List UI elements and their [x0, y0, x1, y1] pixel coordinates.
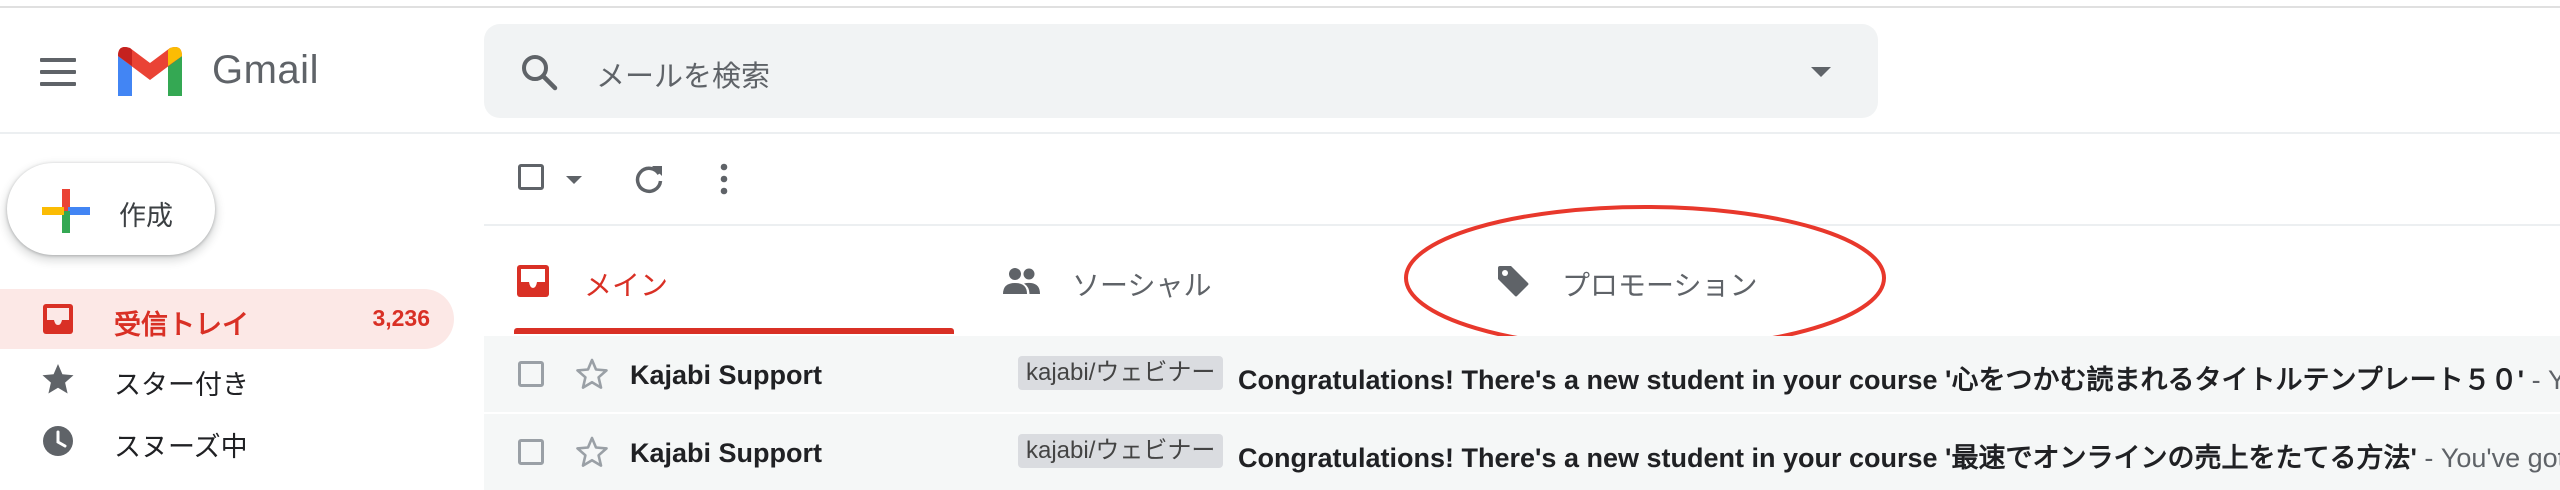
- email-label-chip[interactable]: kajabi/ウェビナー: [1018, 356, 1224, 390]
- more-vert-icon[interactable]: [717, 162, 731, 196]
- header-divider: [0, 132, 2560, 134]
- email-text: Congratulations! There's a new student i…: [1238, 436, 2560, 475]
- row-checkbox[interactable]: [518, 439, 544, 465]
- sidebar-item-snoozed[interactable]: スヌーズ中: [0, 411, 454, 471]
- row-checkbox[interactable]: [518, 361, 544, 387]
- email-sender: Kajabi Support: [630, 360, 823, 390]
- top-border: [0, 6, 2560, 8]
- select-all-checkbox[interactable]: [518, 164, 544, 190]
- refresh-icon[interactable]: [632, 162, 666, 196]
- email-subject: Congratulations! There's a new student i…: [1238, 443, 2417, 473]
- gmail-brand-text: Gmail: [212, 48, 319, 92]
- sidebar-item-starred[interactable]: スター付き: [0, 349, 454, 409]
- email-text: Congratulations! There's a new student i…: [1238, 358, 2560, 397]
- sidebar-item-label: スヌーズ中: [114, 432, 248, 462]
- star-outline-icon[interactable]: [574, 356, 610, 392]
- select-options-icon[interactable]: [566, 176, 582, 184]
- email-label-chip[interactable]: kajabi/ウェビナー: [1018, 434, 1224, 468]
- clock-icon: [43, 426, 73, 456]
- tab-label: ソーシャル: [1072, 270, 1212, 301]
- tab-primary[interactable]: メイン: [514, 232, 954, 332]
- sidebar-item-label: 受信トレイ: [114, 310, 249, 340]
- email-row[interactable]: Kajabi Support kajabi/ウェビナー Congratulati…: [484, 336, 2560, 412]
- compose-plus-icon: [42, 189, 90, 233]
- email-snippet: - You: [2531, 365, 2560, 395]
- inbox-icon: [517, 265, 549, 297]
- gmail-logo-icon[interactable]: [114, 42, 186, 98]
- sidebar-item-inbox[interactable]: 受信トレイ 3,236: [0, 289, 454, 349]
- email-subject: Congratulations! There's a new student i…: [1238, 365, 2525, 395]
- active-tab-indicator: [514, 328, 954, 334]
- unread-count: 3,236: [372, 305, 430, 331]
- email-row[interactable]: Kajabi Support kajabi/ウェビナー Congratulati…: [484, 414, 2560, 490]
- tab-social[interactable]: ソーシャル: [1000, 232, 1400, 332]
- tab-label: メイン: [584, 270, 669, 301]
- inbox-icon: [43, 304, 73, 334]
- main-menu-icon[interactable]: [40, 58, 78, 86]
- email-sender: Kajabi Support: [630, 438, 823, 468]
- search-input[interactable]: メールを検索: [596, 53, 770, 95]
- search-options-icon[interactable]: [1811, 67, 1831, 77]
- people-icon: [1003, 268, 1040, 294]
- compose-label: 作成: [119, 201, 173, 231]
- annotation-ellipse: [1404, 205, 1886, 351]
- search-icon[interactable]: [518, 51, 560, 93]
- star-icon: [42, 364, 74, 394]
- sidebar-item-label: スター付き: [114, 370, 249, 400]
- email-snippet: - You've got a: [2424, 443, 2560, 473]
- compose-button[interactable]: 作成: [7, 163, 215, 255]
- star-outline-icon[interactable]: [574, 434, 610, 470]
